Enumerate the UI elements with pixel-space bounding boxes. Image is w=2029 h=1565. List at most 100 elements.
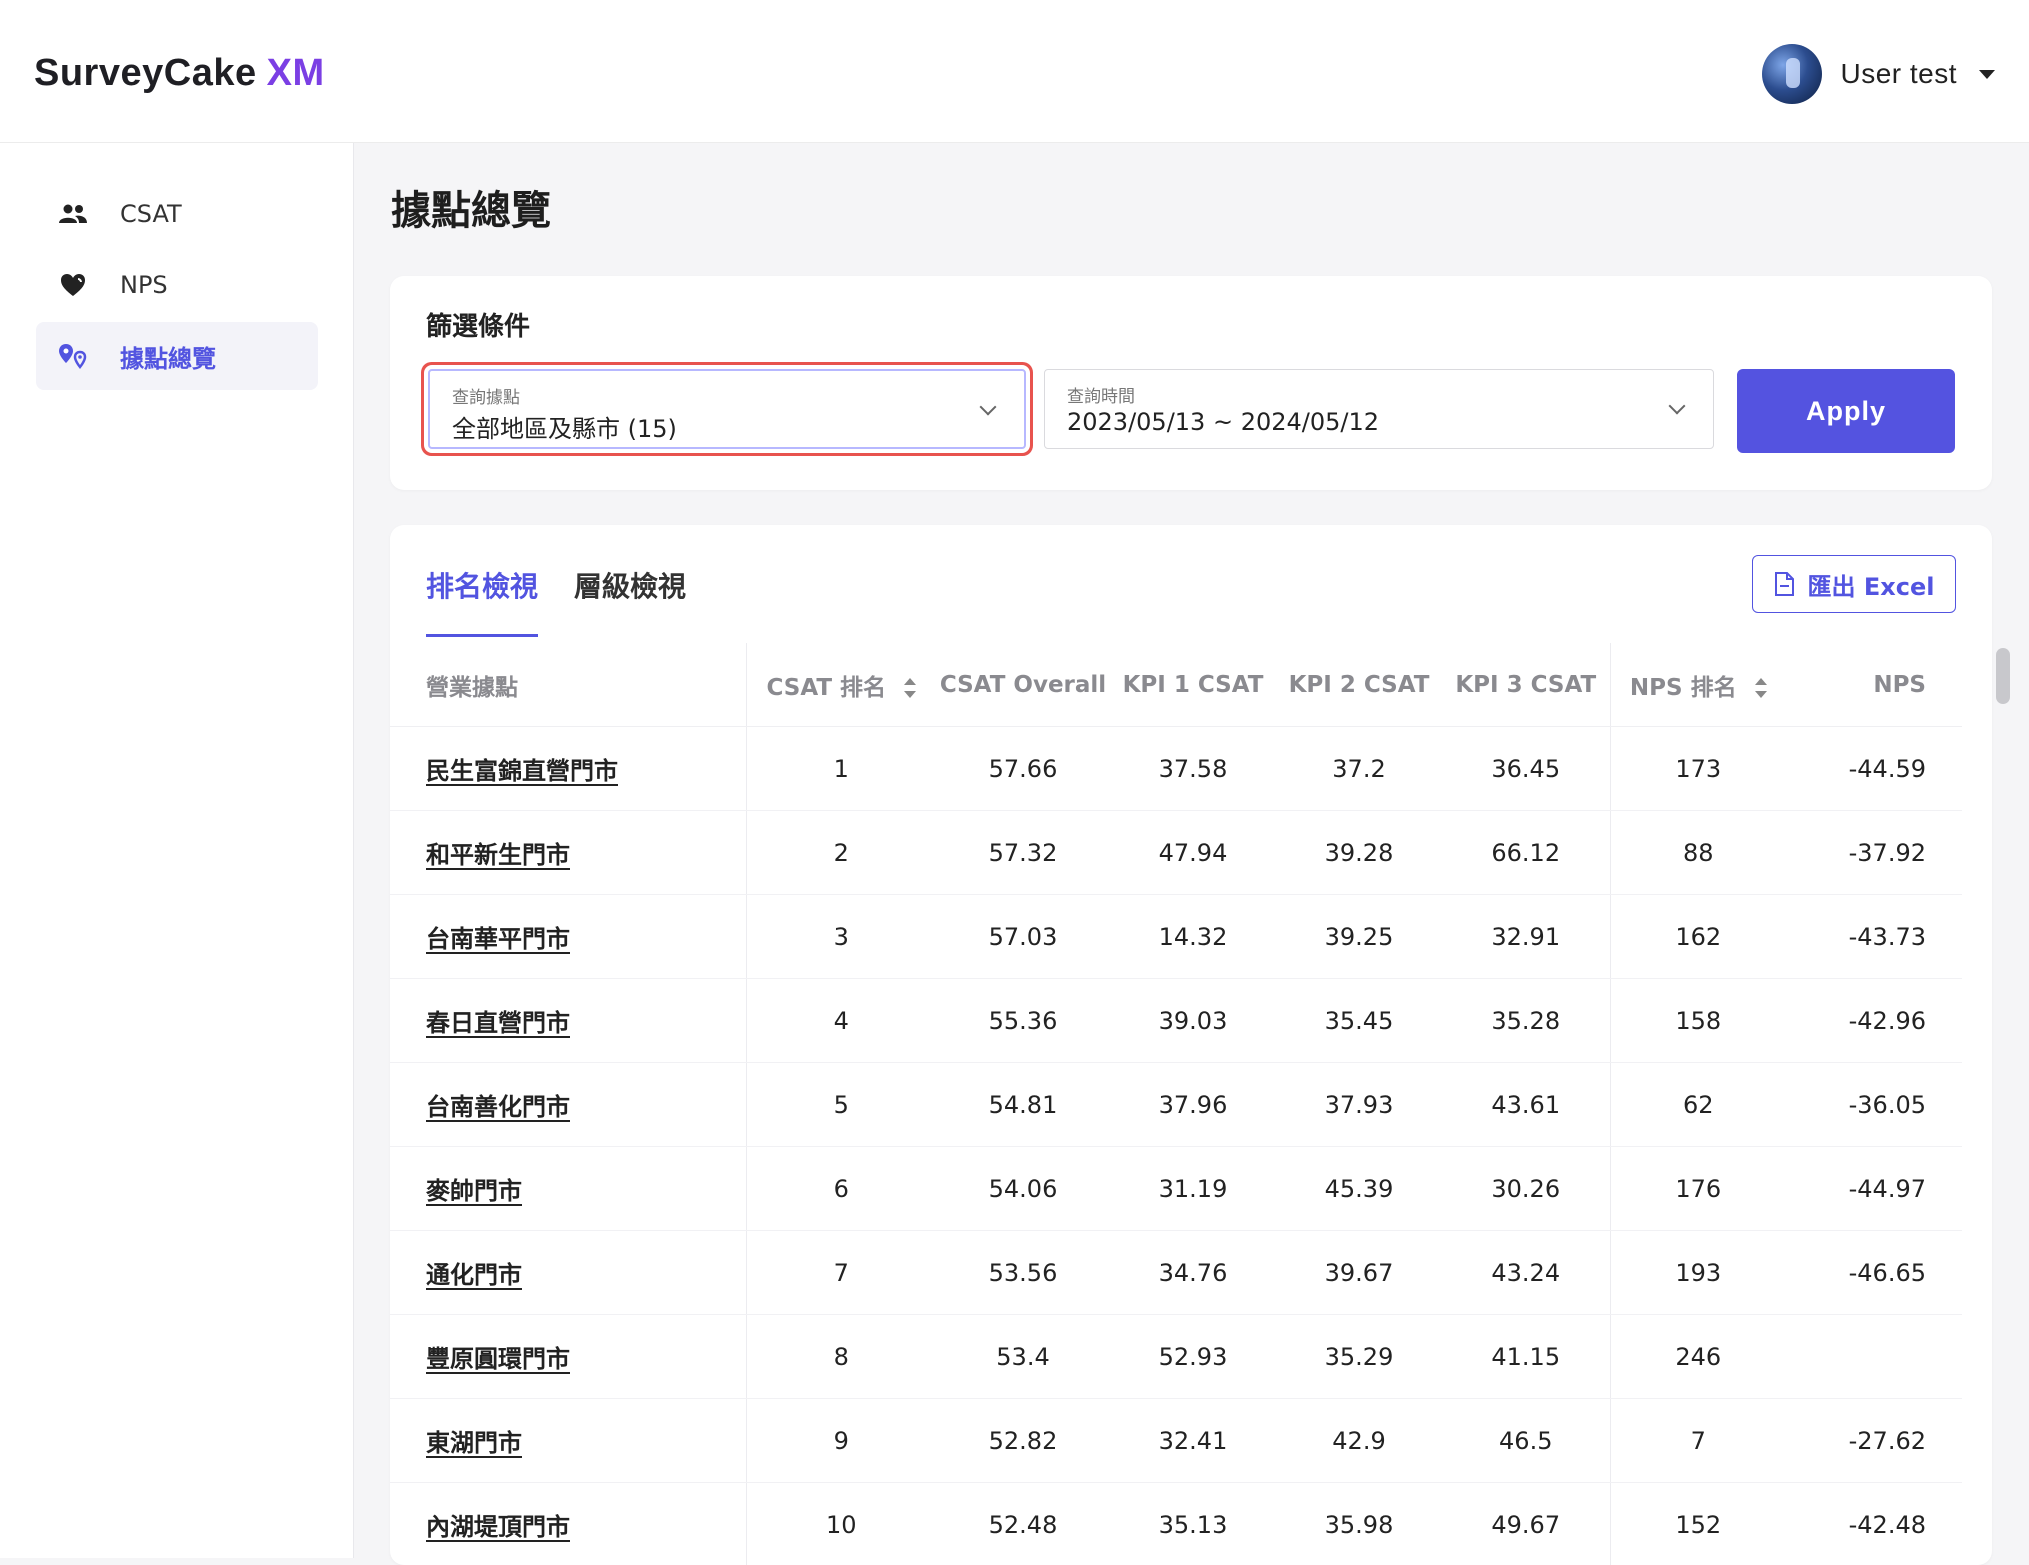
nps-cell: -27.62 bbox=[1786, 1399, 1962, 1483]
logo-suffix-text: XM bbox=[267, 52, 325, 94]
location-link[interactable]: 民生富錦直營門市 bbox=[426, 757, 618, 785]
caret-down-icon[interactable] bbox=[1979, 70, 1995, 79]
kpi3-cell: 66.12 bbox=[1442, 811, 1610, 895]
tab-ranking-view[interactable]: 排名檢視 bbox=[426, 565, 538, 637]
results-card: 排名檢視 層級檢視 匯出 Excel 營業據點 CSAT 排名 CSAT Ove… bbox=[390, 525, 1992, 1565]
nps-rank-cell: 176 bbox=[1610, 1147, 1786, 1231]
user-name[interactable]: User test bbox=[1840, 58, 1957, 90]
csat-overall-cell: 55.36 bbox=[936, 979, 1110, 1063]
column-header-nps: NPS bbox=[1786, 643, 1962, 727]
nps-cell: -44.59 bbox=[1786, 727, 1962, 811]
sidebar: CSAT NPS 據點總覽 bbox=[0, 143, 354, 1558]
csat-overall-cell: 57.66 bbox=[936, 727, 1110, 811]
nps-cell: -46.65 bbox=[1786, 1231, 1962, 1315]
table-scrollbar[interactable] bbox=[1996, 648, 2010, 704]
kpi3-cell: 43.24 bbox=[1442, 1231, 1610, 1315]
user-menu[interactable]: User test bbox=[1762, 44, 1995, 104]
location-link[interactable]: 內湖堤頂門市 bbox=[426, 1513, 570, 1541]
sort-icon[interactable] bbox=[1755, 678, 1767, 698]
kpi3-cell: 30.26 bbox=[1442, 1147, 1610, 1231]
csat-overall-cell: 53.56 bbox=[936, 1231, 1110, 1315]
nps-rank-cell: 88 bbox=[1610, 811, 1786, 895]
table-row: 內湖堤頂門市1052.4835.1335.9849.67152-42.48 bbox=[390, 1483, 1962, 1565]
csat-overall-cell: 54.81 bbox=[936, 1063, 1110, 1147]
logo-main-text: SurveyCake bbox=[34, 52, 257, 94]
location-select[interactable]: 查詢據點 全部地區及縣市 (15) bbox=[428, 369, 1026, 449]
kpi2-cell: 39.28 bbox=[1276, 811, 1442, 895]
period-select-value: 2023/05/13 ~ 2024/05/12 bbox=[1067, 408, 1379, 436]
export-excel-button[interactable]: 匯出 Excel bbox=[1752, 555, 1956, 613]
tab-level-view[interactable]: 層級檢視 bbox=[574, 565, 686, 637]
location-link[interactable]: 東湖門市 bbox=[426, 1429, 522, 1457]
kpi3-cell: 41.15 bbox=[1442, 1315, 1610, 1399]
csat-overall-cell: 57.03 bbox=[936, 895, 1110, 979]
csat-rank-cell: 8 bbox=[746, 1315, 936, 1399]
csat-overall-cell: 53.4 bbox=[936, 1315, 1110, 1399]
kpi2-cell: 35.29 bbox=[1276, 1315, 1442, 1399]
sidebar-item-csat[interactable]: CSAT bbox=[36, 180, 318, 248]
table-header-row: 營業據點 CSAT 排名 CSAT Overall KPI 1 CSAT KPI… bbox=[390, 643, 1962, 727]
table-row: 豐原圓環門市853.452.9335.2941.15246 bbox=[390, 1315, 1962, 1399]
sidebar-item-location-overview[interactable]: 據點總覽 bbox=[36, 322, 318, 390]
nps-rank-cell: 7 bbox=[1610, 1399, 1786, 1483]
column-header-csat-overall: CSAT Overall bbox=[936, 643, 1110, 727]
export-excel-label: 匯出 Excel bbox=[1808, 567, 1935, 602]
column-header-nps-rank[interactable]: NPS 排名 bbox=[1610, 643, 1786, 727]
column-header-csat-rank[interactable]: CSAT 排名 bbox=[746, 643, 936, 727]
kpi1-cell: 31.19 bbox=[1110, 1147, 1276, 1231]
nps-cell bbox=[1786, 1315, 1962, 1399]
location-pin-icon bbox=[56, 343, 90, 369]
avatar[interactable] bbox=[1762, 44, 1822, 104]
kpi1-cell: 34.76 bbox=[1110, 1231, 1276, 1315]
location-link[interactable]: 台南華平門市 bbox=[426, 925, 570, 953]
location-link[interactable]: 春日直營門市 bbox=[426, 1009, 570, 1037]
apply-button[interactable]: Apply bbox=[1737, 369, 1955, 453]
csat-rank-cell: 3 bbox=[746, 895, 936, 979]
column-header-kpi1: KPI 1 CSAT bbox=[1110, 643, 1276, 727]
period-select[interactable]: 查詢時間 2023/05/13 ~ 2024/05/12 bbox=[1044, 369, 1714, 449]
csat-overall-cell: 57.32 bbox=[936, 811, 1110, 895]
file-icon bbox=[1774, 572, 1794, 596]
filter-title: 篩選條件 bbox=[426, 306, 530, 343]
kpi1-cell: 37.58 bbox=[1110, 727, 1276, 811]
csat-rank-cell: 7 bbox=[746, 1231, 936, 1315]
table-row: 麥帥門市654.0631.1945.3930.26176-44.97 bbox=[390, 1147, 1962, 1231]
nps-cell: -43.73 bbox=[1786, 895, 1962, 979]
page-title: 據點總覽 bbox=[391, 178, 551, 236]
location-link[interactable]: 和平新生門市 bbox=[426, 841, 570, 869]
sidebar-item-label: 據點總覽 bbox=[120, 339, 216, 374]
kpi3-cell: 43.61 bbox=[1442, 1063, 1610, 1147]
app-logo[interactable]: SurveyCakeXM bbox=[34, 52, 325, 95]
table-row: 春日直營門市455.3639.0335.4535.28158-42.96 bbox=[390, 979, 1962, 1063]
nps-rank-cell: 158 bbox=[1610, 979, 1786, 1063]
people-icon bbox=[56, 204, 90, 224]
nps-cell: -44.97 bbox=[1786, 1147, 1962, 1231]
view-tabs: 排名檢視 層級檢視 bbox=[426, 565, 722, 637]
location-link[interactable]: 台南善化門市 bbox=[426, 1093, 570, 1121]
column-header-location[interactable]: 營業據點 bbox=[390, 643, 746, 727]
kpi1-cell: 32.41 bbox=[1110, 1399, 1276, 1483]
location-link[interactable]: 通化門市 bbox=[426, 1261, 522, 1289]
nps-cell: -42.96 bbox=[1786, 979, 1962, 1063]
location-link[interactable]: 麥帥門市 bbox=[426, 1177, 522, 1205]
sidebar-item-label: CSAT bbox=[120, 200, 182, 228]
kpi1-cell: 37.96 bbox=[1110, 1063, 1276, 1147]
table-row: 台南華平門市357.0314.3239.2532.91162-43.73 bbox=[390, 895, 1962, 979]
kpi1-cell: 35.13 bbox=[1110, 1483, 1276, 1565]
table-row: 東湖門市952.8232.4142.946.57-27.62 bbox=[390, 1399, 1962, 1483]
sort-icon[interactable] bbox=[904, 678, 916, 698]
kpi2-cell: 39.25 bbox=[1276, 895, 1442, 979]
location-link[interactable]: 豐原圓環門市 bbox=[426, 1345, 570, 1373]
kpi2-cell: 45.39 bbox=[1276, 1147, 1442, 1231]
kpi2-cell: 39.67 bbox=[1276, 1231, 1442, 1315]
sidebar-item-nps[interactable]: NPS bbox=[36, 251, 318, 319]
nps-rank-cell: 62 bbox=[1610, 1063, 1786, 1147]
filter-card: 篩選條件 查詢據點 全部地區及縣市 (15) 查詢時間 2023/05/13 ~… bbox=[390, 276, 1992, 490]
kpi1-cell: 47.94 bbox=[1110, 811, 1276, 895]
nps-cell: -36.05 bbox=[1786, 1063, 1962, 1147]
kpi1-cell: 39.03 bbox=[1110, 979, 1276, 1063]
sidebar-item-label: NPS bbox=[120, 271, 168, 299]
kpi2-cell: 37.2 bbox=[1276, 727, 1442, 811]
top-bar: SurveyCakeXM User test bbox=[0, 0, 2029, 143]
column-header-kpi2: KPI 2 CSAT bbox=[1276, 643, 1442, 727]
